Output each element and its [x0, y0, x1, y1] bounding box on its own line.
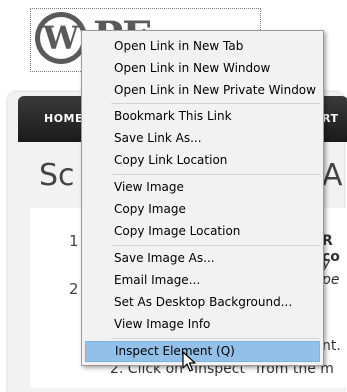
nav-item-home[interactable]: HOME [44, 112, 83, 125]
menu-separator [111, 245, 320, 246]
context-menu: Open Link in New Tab Open Link in New Wi… [81, 30, 324, 366]
menu-item-open-link-private-window[interactable]: Open Link in New Private Window [85, 80, 320, 101]
menu-item-save-image-as[interactable]: Save Image As... [85, 248, 320, 269]
menu-separator [111, 338, 320, 339]
list-number: 1 [69, 232, 79, 250]
menu-separator [111, 174, 320, 175]
menu-item-copy-image[interactable]: Copy Image [85, 199, 320, 220]
menu-separator [111, 103, 320, 104]
content-text-fragment: nt. [322, 338, 341, 354]
menu-item-open-link-new-tab[interactable]: Open Link in New Tab [85, 36, 320, 57]
menu-item-bookmark-link[interactable]: Bookmark This Link [85, 106, 320, 127]
menu-item-save-link-as[interactable]: Save Link As... [85, 128, 320, 149]
menu-item-email-image[interactable]: Email Image... [85, 270, 320, 291]
wordpress-logo-icon: W [35, 12, 87, 64]
list-number: 2 [69, 280, 79, 298]
menu-item-view-image[interactable]: View Image [85, 177, 320, 198]
menu-item-copy-link-location[interactable]: Copy Link Location [85, 150, 320, 171]
menu-item-open-link-new-window[interactable]: Open Link in New Window [85, 58, 320, 79]
menu-item-view-image-info[interactable]: View Image Info [85, 314, 320, 335]
menu-item-copy-image-location[interactable]: Copy Image Location [85, 221, 320, 242]
menu-item-inspect-element[interactable]: Inspect Element (Q) [85, 341, 320, 362]
menu-item-set-desktop-background[interactable]: Set As Desktop Background... [85, 292, 320, 313]
mouse-cursor-icon [182, 351, 196, 372]
content-text-fragment: y pe [322, 256, 340, 288]
page-title-fragment: A [322, 158, 343, 193]
page-title: Sc [39, 158, 75, 193]
nav-item-partial[interactable]: RT [322, 112, 338, 125]
